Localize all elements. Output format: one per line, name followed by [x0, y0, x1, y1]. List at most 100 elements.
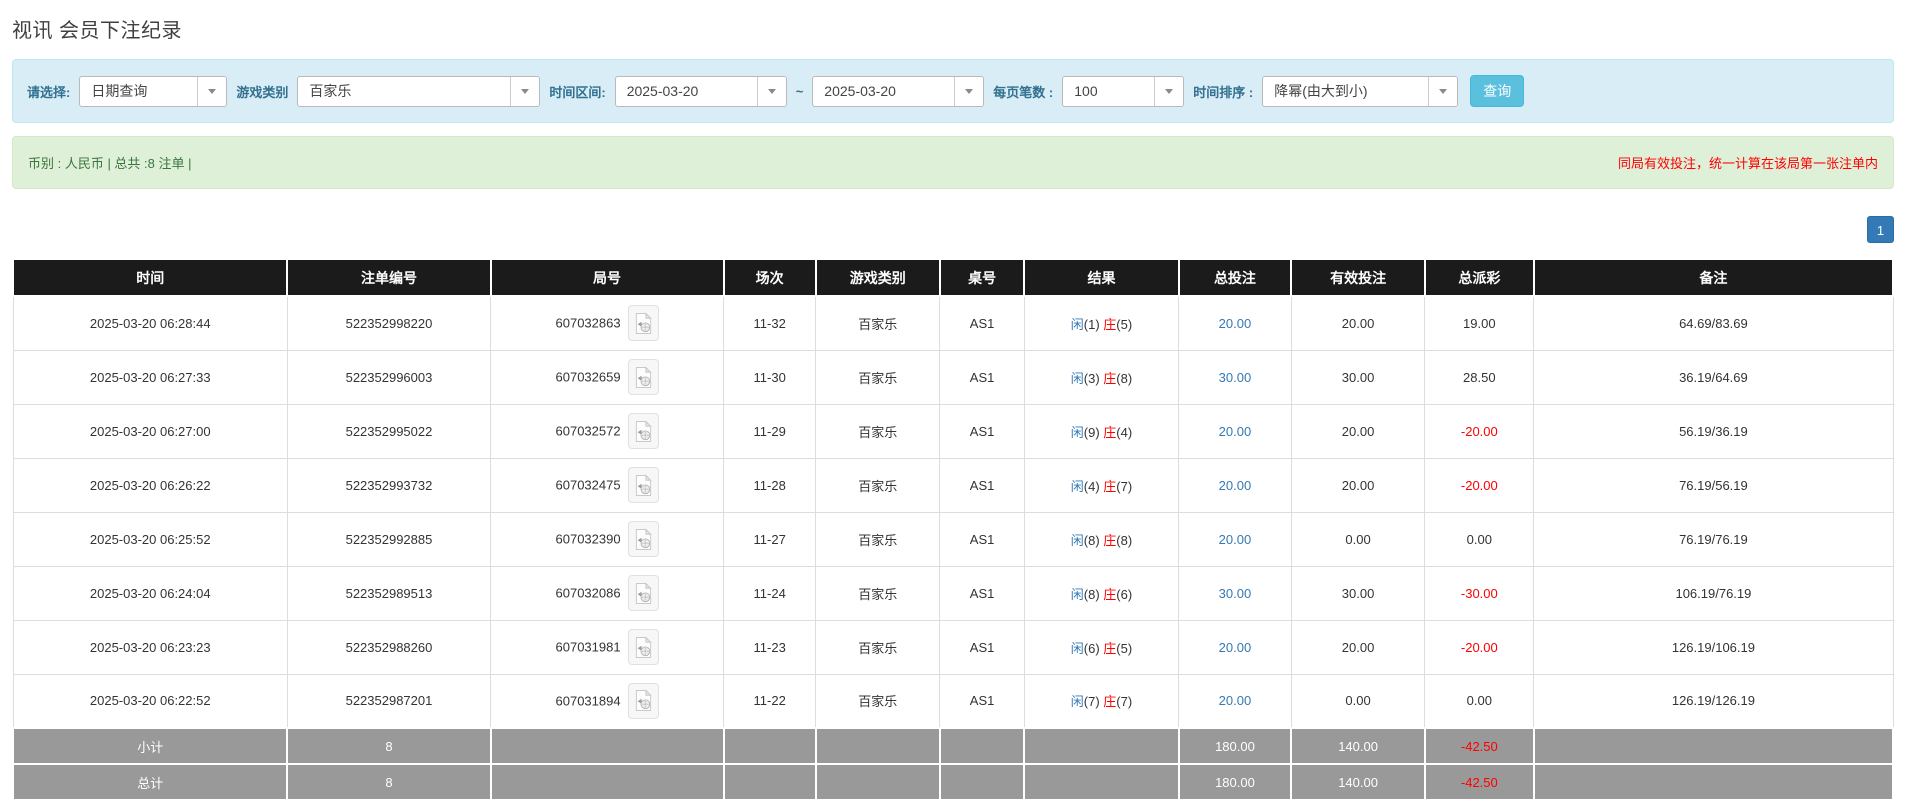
cell-bet-id: 522352989513: [286, 565, 492, 621]
cell-total-bet[interactable]: 20.00: [1178, 673, 1292, 729]
chevron-down-icon: [1154, 76, 1184, 106]
result-banker-label: 庄: [1103, 532, 1117, 548]
page-container: 视讯 会员下注纪录 请选择: 日期查询 游戏类别 百家乐 时间区间: 2025-…: [0, 0, 1906, 809]
time-sort-select[interactable]: 降幂(由大到小): [1262, 75, 1459, 107]
cell-total-payout: 0.00: [1424, 673, 1535, 729]
video-replay-button[interactable]: [627, 359, 659, 395]
video-replay-button[interactable]: [627, 467, 659, 503]
cell-game-type: 百家乐: [815, 565, 941, 621]
cell-remark: 76.19/76.19: [1533, 511, 1894, 567]
result-player-count: (8): [1083, 532, 1100, 548]
summary-row: 总计 8 180.00 140.00 -42.50: [11, 763, 1895, 801]
cell-result: 闲(6) 庄(5): [1023, 619, 1180, 675]
cell-total-payout: 28.50: [1424, 349, 1535, 405]
video-file-icon: [635, 581, 652, 604]
chevron-down-icon: [197, 76, 227, 106]
video-replay-button[interactable]: [627, 413, 659, 449]
header-game-type: 游戏类别: [814, 258, 941, 297]
cell-time: 2025-03-20 06:28:44: [12, 295, 288, 351]
game-type-select[interactable]: 百家乐: [297, 75, 541, 107]
table-row: 2025-03-20 06:28:44 522352998220 6070328…: [12, 295, 1894, 351]
foot-total-bet: 180.00: [1177, 727, 1293, 765]
cell-time: 2025-03-20 06:27:00: [12, 403, 288, 459]
header-table-no: 桌号: [938, 258, 1026, 297]
table-header: 时间 注单编号 局号 场次 游戏类别 桌号 结果 总投注 有效投注 总派彩 备注: [11, 258, 1895, 297]
foot-valid-bet: 140.00: [1290, 763, 1426, 801]
cell-table-no: AS1: [939, 673, 1025, 729]
filter-panel: 请选择: 日期查询 游戏类别 百家乐 时间区间: 2025-03-20 ~ 20…: [12, 59, 1894, 123]
foot-empty-result: [1023, 763, 1180, 801]
cell-total-bet[interactable]: 30.00: [1178, 349, 1292, 405]
select-type-label: 请选择:: [27, 84, 71, 100]
cell-bet-id: 522352992885: [286, 511, 492, 567]
search-button[interactable]: 查询: [1470, 75, 1525, 107]
date-to-value: 2025-03-20: [824, 83, 896, 99]
result-player-count: (3): [1083, 370, 1100, 386]
cell-session: 11-32: [723, 295, 817, 351]
foot-count: 8: [286, 763, 492, 801]
video-replay-button[interactable]: [627, 575, 659, 611]
cell-total-bet[interactable]: 20.00: [1178, 619, 1292, 675]
currency-total-info: 币别 : 人民币 | 总共 :8 注单 |: [28, 156, 192, 171]
chevron-down-icon: [756, 76, 786, 106]
page-title: 视讯 会员下注纪录: [12, 20, 183, 42]
cell-game-type: 百家乐: [815, 403, 941, 459]
cell-time: 2025-03-20 06:23:23: [12, 619, 288, 675]
cell-round-id: 607032390: [489, 511, 725, 567]
cell-table-no: AS1: [939, 295, 1025, 351]
foot-empty-session: [722, 727, 817, 765]
foot-empty-remark: [1532, 727, 1895, 765]
cell-total-bet[interactable]: 20.00: [1178, 457, 1292, 513]
round-id-value: 607032086: [555, 585, 621, 601]
date-to-select[interactable]: 2025-03-20: [812, 75, 985, 107]
cell-total-bet[interactable]: 30.00: [1178, 565, 1292, 621]
cell-game-type: 百家乐: [815, 457, 941, 513]
query-type-select[interactable]: 日期查询: [79, 75, 228, 107]
page-size-select[interactable]: 100: [1062, 75, 1185, 107]
foot-total-payout: -42.50: [1423, 727, 1535, 765]
video-file-icon: [635, 365, 652, 388]
header-time: 时间: [11, 258, 289, 297]
cell-valid-bet: 30.00: [1290, 565, 1426, 621]
range-separator: ~: [795, 83, 804, 99]
cell-remark: 56.19/36.19: [1533, 403, 1894, 459]
round-id-value: 607032475: [555, 477, 621, 493]
page-size-label: 每页笔数 :: [993, 84, 1054, 100]
video-replay-button[interactable]: [627, 682, 659, 719]
result-player-count: (6): [1083, 640, 1100, 656]
table-row: 2025-03-20 06:27:33 522352996003 6070326…: [12, 349, 1894, 405]
cell-total-bet[interactable]: 20.00: [1178, 403, 1292, 459]
video-replay-button[interactable]: [627, 629, 659, 665]
cell-result: 闲(7) 庄(7): [1023, 673, 1180, 729]
pagination: 1: [12, 216, 1894, 243]
result-banker-count: (5): [1116, 640, 1133, 656]
cell-total-bet[interactable]: 20.00: [1178, 295, 1292, 351]
cell-result: 闲(1) 庄(5): [1023, 295, 1180, 351]
cell-table-no: AS1: [939, 619, 1025, 675]
foot-empty-round: [489, 727, 725, 765]
header-bet-id: 注单编号: [286, 258, 492, 297]
header-result: 结果: [1023, 258, 1180, 297]
cell-result: 闲(3) 庄(8): [1023, 349, 1180, 405]
cell-remark: 36.19/64.69: [1533, 349, 1894, 405]
video-replay-button[interactable]: [627, 521, 659, 557]
video-file-icon: [635, 527, 652, 550]
foot-empty-session: [722, 763, 817, 801]
round-id-value: 607031894: [555, 693, 621, 709]
cell-time: 2025-03-20 06:27:33: [12, 349, 288, 405]
cell-game-type: 百家乐: [815, 349, 941, 405]
cell-session: 11-27: [723, 511, 817, 567]
cell-bet-id: 522352993732: [286, 457, 492, 513]
page-number-button[interactable]: 1: [1867, 216, 1894, 243]
video-replay-button[interactable]: [627, 305, 659, 342]
foot-valid-bet: 140.00: [1290, 727, 1426, 765]
result-banker-label: 庄: [1103, 586, 1117, 602]
date-from-select[interactable]: 2025-03-20: [614, 75, 787, 107]
result-banker-count: (7): [1116, 694, 1133, 710]
result-player-label: 闲: [1070, 532, 1084, 548]
cell-total-bet[interactable]: 20.00: [1178, 511, 1292, 567]
cell-valid-bet: 0.00: [1290, 673, 1426, 729]
cell-total-payout: 19.00: [1424, 295, 1535, 351]
cell-total-payout: 0.00: [1424, 511, 1535, 567]
time-range-label: 时间区间:: [549, 84, 606, 100]
